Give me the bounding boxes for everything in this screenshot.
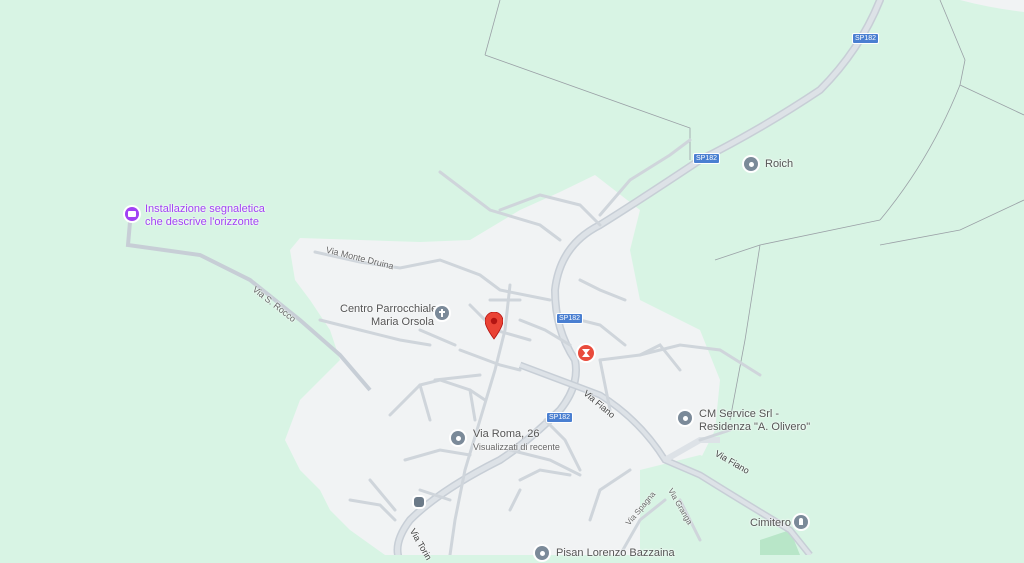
bus-stop-icon[interactable] (414, 497, 424, 507)
place-label-cm-service-2[interactable]: Residenza "A. Olivero" (699, 421, 810, 434)
road-shield-sp182-mid: SP182 (693, 153, 721, 164)
place-label-via-roma-sub: Visualizzati di recente (473, 442, 560, 452)
cm-service-icon[interactable] (678, 411, 692, 425)
shopping-icon[interactable] (578, 345, 594, 361)
road-shield-sp182-south: SP182 (546, 412, 574, 423)
place-label-cm-service-1[interactable]: CM Service Srl - (699, 408, 779, 421)
cemetery-icon[interactable] (794, 515, 808, 529)
road-shield-sp182-town: SP182 (556, 313, 584, 324)
recent-place-icon[interactable] (451, 431, 465, 445)
place-label-installazione-2[interactable]: che descrive l'orizzonte (145, 216, 259, 229)
place-label-centro-1[interactable]: Centro Parrocchiale (340, 303, 437, 316)
camera-icon[interactable] (125, 207, 139, 221)
road-shield-sp182-top: SP182 (852, 33, 880, 44)
roich-icon[interactable] (744, 157, 758, 171)
location-pin-icon[interactable] (485, 312, 503, 340)
map-canvas[interactable] (0, 0, 1024, 555)
place-label-installazione-1[interactable]: Installazione segnaletica (145, 203, 265, 216)
place-label-roich[interactable]: Roich (765, 158, 793, 171)
place-label-bottom-cut[interactable]: Pisan Lorenzo Bazzaina (556, 547, 675, 560)
place-label-via-roma[interactable]: Via Roma, 26 (473, 428, 539, 441)
place-label-cimitero[interactable]: Cimitero (750, 517, 791, 530)
bottom-place-icon[interactable] (535, 546, 549, 560)
church-icon[interactable] (435, 306, 449, 320)
place-label-centro-2[interactable]: Maria Orsola (371, 316, 434, 329)
